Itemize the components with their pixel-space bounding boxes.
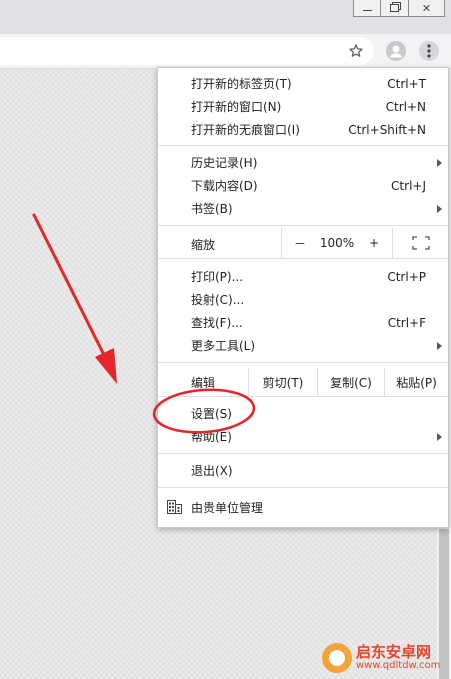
zoom-minus-label: － bbox=[293, 236, 306, 251]
avatar-icon bbox=[386, 41, 406, 61]
star-icon bbox=[349, 44, 363, 57]
cut-button[interactable]: 剪切(T) bbox=[249, 368, 317, 396]
menu-item-label: 由贵单位管理 bbox=[191, 501, 264, 515]
menu-item-cast[interactable]: 投射(C)... bbox=[158, 288, 448, 311]
menu-item-label: 打开新的无痕窗口(I) bbox=[191, 123, 300, 137]
menu-item-settings[interactable]: 设置(S) bbox=[158, 402, 448, 425]
menu-item-exit[interactable]: 退出(X) bbox=[158, 459, 448, 482]
paste-label: 粘贴(P) bbox=[396, 375, 437, 390]
browser-menu-button[interactable] bbox=[419, 41, 439, 61]
menu-item-label: 退出(X) bbox=[191, 464, 233, 478]
building-icon bbox=[167, 500, 182, 517]
zoom-in-button[interactable]: + bbox=[356, 228, 392, 258]
menu-item-new-window[interactable]: 打开新的窗口(N) Ctrl+N bbox=[158, 95, 448, 118]
menu-item-print[interactable]: 打印(P)... Ctrl+P bbox=[158, 265, 448, 288]
copy-button[interactable]: 复制(C) bbox=[318, 368, 384, 396]
menu-item-label: 打开新的窗口(N) bbox=[191, 100, 282, 114]
menu-item-label: 查找(F)... bbox=[191, 316, 243, 330]
menu-item-new-tab[interactable]: 打开新的标签页(T) Ctrl+T bbox=[158, 72, 448, 95]
submenu-arrow-icon bbox=[437, 159, 442, 167]
zoom-row: 缩放 － 100% + bbox=[158, 228, 448, 258]
profile-button[interactable] bbox=[386, 41, 406, 61]
menu-item-label: 书签(B) bbox=[191, 202, 233, 216]
menu-item-label: 设置(S) bbox=[191, 407, 232, 421]
browser-toolbar bbox=[0, 34, 451, 69]
zoom-out-button[interactable]: － bbox=[282, 228, 318, 258]
window-controls: ✕ bbox=[353, 0, 445, 17]
title-bar: ✕ bbox=[0, 0, 451, 34]
menu-item-shortcut: Ctrl+F bbox=[387, 315, 426, 330]
menu-item-shortcut: Ctrl+P bbox=[387, 269, 426, 284]
address-bar[interactable] bbox=[0, 37, 374, 65]
submenu-arrow-icon bbox=[437, 342, 442, 350]
logo-text: 启东安卓网 www.qdltdw.com bbox=[356, 642, 441, 671]
menu-item-downloads[interactable]: 下载内容(D) Ctrl+J bbox=[158, 174, 448, 197]
menu-item-label: 帮助(E) bbox=[191, 430, 232, 444]
close-button[interactable]: ✕ bbox=[409, 0, 445, 17]
menu-item-shortcut: Ctrl+Shift+N bbox=[348, 122, 426, 137]
menu-item-label: 打印(P)... bbox=[191, 270, 244, 284]
minimize-button[interactable] bbox=[353, 0, 381, 17]
chrome-main-menu: 打开新的标签页(T) Ctrl+T 打开新的窗口(N) Ctrl+N 打开新的无… bbox=[157, 67, 449, 528]
menu-item-label: 更多工具(L) bbox=[191, 339, 256, 353]
copy-label: 复制(C) bbox=[330, 375, 372, 390]
submenu-arrow-icon bbox=[437, 205, 442, 213]
minimize-icon bbox=[362, 9, 372, 11]
menu-separator bbox=[158, 145, 448, 146]
menu-separator bbox=[158, 453, 448, 454]
menu-item-label: 投射(C)... bbox=[191, 293, 245, 307]
zoom-value: 100% bbox=[319, 236, 355, 250]
menu-item-shortcut: Ctrl+N bbox=[385, 99, 426, 114]
logo-icon bbox=[322, 643, 352, 673]
menu-item-label: 打开新的标签页(T) bbox=[191, 77, 292, 91]
menu-item-find[interactable]: 查找(F)... Ctrl+F bbox=[158, 311, 448, 334]
menu-separator bbox=[158, 396, 448, 397]
logo-name: 启东安卓网 bbox=[356, 642, 432, 661]
menu-item-more-tools[interactable]: 更多工具(L) bbox=[158, 334, 448, 357]
fullscreen-button[interactable] bbox=[393, 228, 448, 258]
bookmark-star-button[interactable] bbox=[346, 41, 366, 61]
kebab-menu-icon bbox=[419, 41, 439, 61]
menu-separator bbox=[158, 487, 448, 488]
menu-item-help[interactable]: 帮助(E) bbox=[158, 425, 448, 448]
zoom-level: 100% bbox=[318, 228, 356, 258]
zoom-label: 缩放 bbox=[191, 238, 216, 252]
site-watermark-logo: 启东安卓网 www.qdltdw.com bbox=[322, 637, 451, 679]
menu-item-label: 历史记录(H) bbox=[191, 156, 258, 170]
menu-item-shortcut: Ctrl+J bbox=[391, 178, 426, 193]
menu-item-bookmarks[interactable]: 书签(B) bbox=[158, 197, 448, 220]
zoom-plus-label: + bbox=[368, 236, 380, 250]
menu-item-label: 下载内容(D) bbox=[191, 179, 258, 193]
edit-label-cell: 编辑 bbox=[158, 368, 248, 396]
fullscreen-icon bbox=[411, 236, 430, 250]
menu-item-history[interactable]: 历史记录(H) bbox=[158, 151, 448, 174]
edit-row: 编辑 剪切(T) 复制(C) 粘贴(P) bbox=[158, 368, 448, 396]
menu-item-new-incognito-window[interactable]: 打开新的无痕窗口(I) Ctrl+Shift+N bbox=[158, 118, 448, 141]
menu-item-managed-by-org[interactable]: 由贵单位管理 bbox=[158, 496, 448, 519]
submenu-arrow-icon bbox=[437, 433, 442, 441]
menu-separator bbox=[158, 225, 448, 226]
logo-url: www.qdltdw.com bbox=[356, 659, 441, 671]
edit-label: 编辑 bbox=[190, 375, 215, 390]
restore-icon bbox=[390, 4, 399, 12]
menu-separator bbox=[158, 362, 448, 363]
close-icon: ✕ bbox=[421, 1, 432, 15]
paste-button[interactable]: 粘贴(P) bbox=[385, 368, 448, 396]
menu-separator bbox=[158, 258, 448, 259]
restore-button[interactable] bbox=[381, 0, 409, 17]
menu-item-shortcut: Ctrl+T bbox=[387, 76, 426, 91]
cut-label: 剪切(T) bbox=[262, 375, 304, 390]
